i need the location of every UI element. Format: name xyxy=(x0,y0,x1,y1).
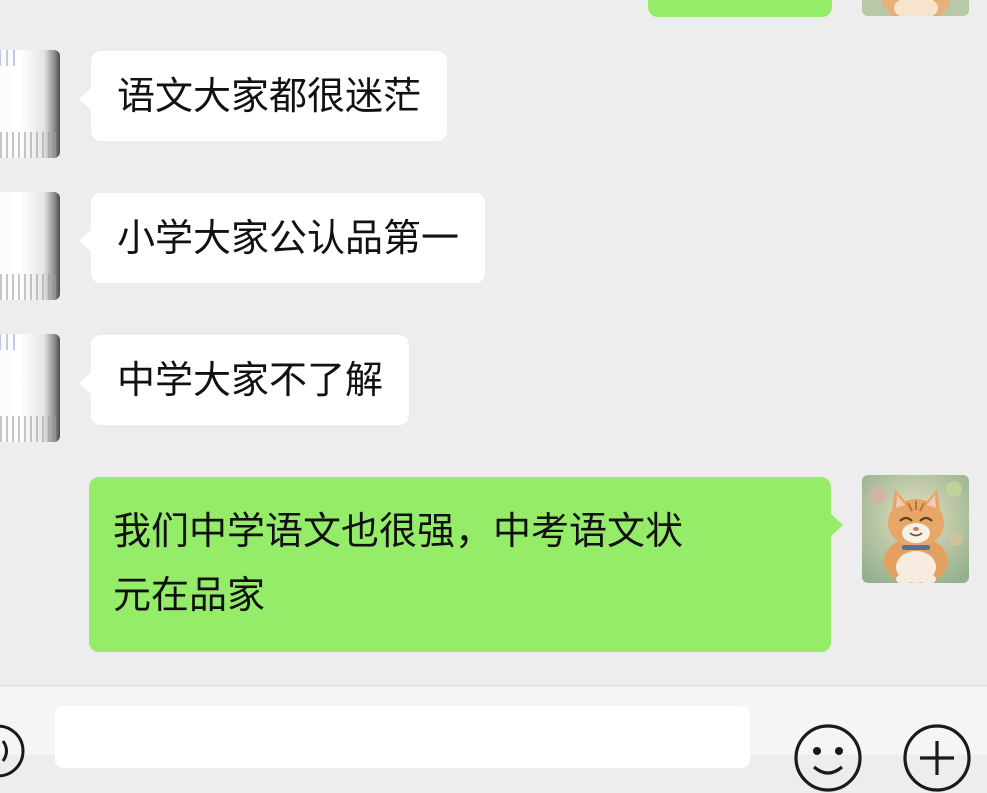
contact-avatar[interactable] xyxy=(0,334,60,442)
voice-icon[interactable] xyxy=(0,723,26,779)
cat-avatar-image xyxy=(862,475,969,583)
chat-input-bar xyxy=(0,685,987,792)
message-bubble-outgoing[interactable]: 我们中学语文也很强，中考语文状 元在品家 xyxy=(89,477,843,652)
message-bubble-outgoing[interactable] xyxy=(648,0,832,17)
my-avatar[interactable] xyxy=(862,0,969,16)
cat-avatar-image xyxy=(862,0,969,16)
message-bubble-incoming[interactable]: 中学大家不了解 xyxy=(78,335,410,425)
emoji-icon[interactable] xyxy=(793,723,863,793)
message-bubble-incoming[interactable]: 语文大家都很迷茫 xyxy=(78,51,448,141)
contact-avatar[interactable] xyxy=(0,50,60,158)
add-icon[interactable] xyxy=(902,723,972,793)
contact-avatar[interactable] xyxy=(0,192,60,300)
message-input[interactable] xyxy=(55,706,750,768)
chat-message-list[interactable]: 语文大家都很迷茫 小学大家公认品第一 中学大家不了解 我们中学语文也很强，中考语… xyxy=(0,0,987,685)
message-bubble-incoming[interactable]: 小学大家公认品第一 xyxy=(78,193,486,283)
my-avatar[interactable] xyxy=(862,475,969,583)
